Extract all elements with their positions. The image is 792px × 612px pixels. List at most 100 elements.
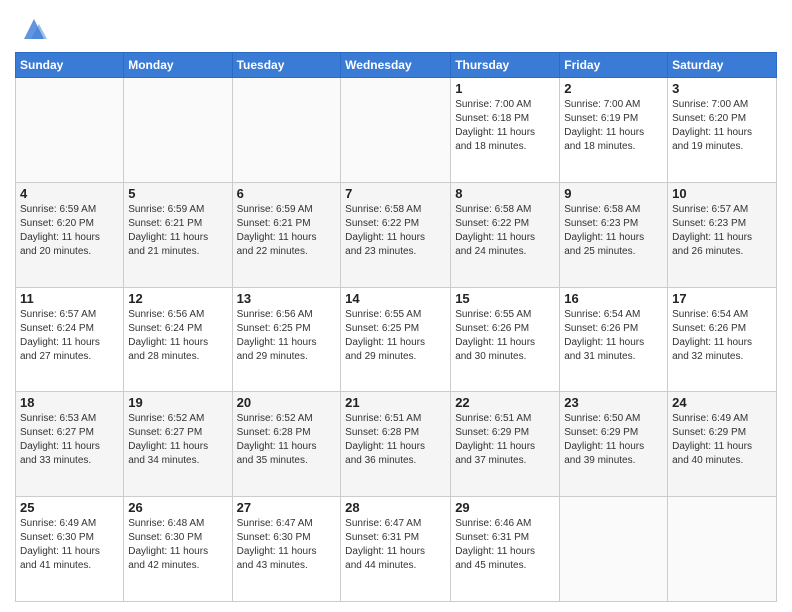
- calendar-cell: 21 Sunrise: 6:51 AM Sunset: 6:28 PM Dayli…: [341, 392, 451, 497]
- day-info: Sunrise: 6:52 AM Sunset: 6:27 PM Dayligh…: [128, 412, 227, 468]
- day-number: 2: [564, 81, 663, 96]
- day-info: Sunrise: 6:49 AM Sunset: 6:30 PM Dayligh…: [20, 517, 119, 573]
- calendar-week-row: 1 Sunrise: 7:00 AM Sunset: 6:18 PM Daylig…: [16, 78, 777, 183]
- calendar-cell: 8 Sunrise: 6:58 AM Sunset: 6:22 PM Daylig…: [451, 182, 560, 287]
- calendar-cell: 6 Sunrise: 6:59 AM Sunset: 6:21 PM Daylig…: [232, 182, 341, 287]
- day-info: Sunrise: 6:58 AM Sunset: 6:23 PM Dayligh…: [564, 203, 663, 259]
- calendar-cell: 18 Sunrise: 6:53 AM Sunset: 6:27 PM Dayli…: [16, 392, 124, 497]
- day-number: 16: [564, 291, 663, 306]
- day-info: Sunrise: 6:51 AM Sunset: 6:29 PM Dayligh…: [455, 412, 555, 468]
- day-number: 15: [455, 291, 555, 306]
- day-info: Sunrise: 6:58 AM Sunset: 6:22 PM Dayligh…: [455, 203, 555, 259]
- day-info: Sunrise: 6:57 AM Sunset: 6:23 PM Dayligh…: [672, 203, 772, 259]
- day-info: Sunrise: 6:53 AM Sunset: 6:27 PM Dayligh…: [20, 412, 119, 468]
- day-number: 7: [345, 186, 446, 201]
- day-number: 17: [672, 291, 772, 306]
- day-info: Sunrise: 6:47 AM Sunset: 6:31 PM Dayligh…: [345, 517, 446, 573]
- day-number: 19: [128, 395, 227, 410]
- day-number: 21: [345, 395, 446, 410]
- day-number: 13: [237, 291, 337, 306]
- day-number: 24: [672, 395, 772, 410]
- calendar-cell: [232, 78, 341, 183]
- day-number: 4: [20, 186, 119, 201]
- day-number: 1: [455, 81, 555, 96]
- logo-icon: [19, 14, 49, 44]
- day-info: Sunrise: 7:00 AM Sunset: 6:18 PM Dayligh…: [455, 98, 555, 154]
- day-info: Sunrise: 7:00 AM Sunset: 6:19 PM Dayligh…: [564, 98, 663, 154]
- day-number: 18: [20, 395, 119, 410]
- day-info: Sunrise: 6:46 AM Sunset: 6:31 PM Dayligh…: [455, 517, 555, 573]
- day-info: Sunrise: 6:59 AM Sunset: 6:21 PM Dayligh…: [237, 203, 337, 259]
- day-info: Sunrise: 6:59 AM Sunset: 6:21 PM Dayligh…: [128, 203, 227, 259]
- day-info: Sunrise: 6:54 AM Sunset: 6:26 PM Dayligh…: [672, 308, 772, 364]
- day-number: 10: [672, 186, 772, 201]
- day-number: 5: [128, 186, 227, 201]
- weekday-header-wednesday: Wednesday: [341, 53, 451, 78]
- weekday-header-monday: Monday: [124, 53, 232, 78]
- calendar-cell: 26Sunrise: 6:48 AM Sunset: 6:30 PM Dayli…: [124, 497, 232, 602]
- calendar-cell: 13Sunrise: 6:56 AM Sunset: 6:25 PM Dayli…: [232, 287, 341, 392]
- logo: [15, 14, 49, 44]
- calendar-cell: 10 Sunrise: 6:57 AM Sunset: 6:23 PM Dayli…: [668, 182, 777, 287]
- day-info: Sunrise: 6:48 AM Sunset: 6:30 PM Dayligh…: [128, 517, 227, 573]
- calendar-cell: 25 Sunrise: 6:49 AM Sunset: 6:30 PM Dayli…: [16, 497, 124, 602]
- day-info: Sunrise: 6:52 AM Sunset: 6:28 PM Dayligh…: [237, 412, 337, 468]
- calendar-cell: 28 Sunrise: 6:47 AM Sunset: 6:31 PM Dayli…: [341, 497, 451, 602]
- calendar-cell: 1 Sunrise: 7:00 AM Sunset: 6:18 PM Daylig…: [451, 78, 560, 183]
- calendar-week-row: 18 Sunrise: 6:53 AM Sunset: 6:27 PM Dayli…: [16, 392, 777, 497]
- calendar-week-row: 25 Sunrise: 6:49 AM Sunset: 6:30 PM Dayli…: [16, 497, 777, 602]
- weekday-header-saturday: Saturday: [668, 53, 777, 78]
- calendar-cell: 7Sunrise: 6:58 AM Sunset: 6:22 PM Daylig…: [341, 182, 451, 287]
- calendar-cell: 3 Sunrise: 7:00 AM Sunset: 6:20 PM Daylig…: [668, 78, 777, 183]
- page: SundayMondayTuesdayWednesdayThursdayFrid…: [0, 0, 792, 612]
- day-info: Sunrise: 6:47 AM Sunset: 6:30 PM Dayligh…: [237, 517, 337, 573]
- day-info: Sunrise: 6:59 AM Sunset: 6:20 PM Dayligh…: [20, 203, 119, 259]
- calendar-table: SundayMondayTuesdayWednesdayThursdayFrid…: [15, 52, 777, 602]
- day-number: 3: [672, 81, 772, 96]
- day-number: 28: [345, 500, 446, 515]
- weekday-header-sunday: Sunday: [16, 53, 124, 78]
- day-info: Sunrise: 6:51 AM Sunset: 6:28 PM Dayligh…: [345, 412, 446, 468]
- day-number: 25: [20, 500, 119, 515]
- calendar-cell: 27 Sunrise: 6:47 AM Sunset: 6:30 PM Dayli…: [232, 497, 341, 602]
- calendar-cell: 5 Sunrise: 6:59 AM Sunset: 6:21 PM Daylig…: [124, 182, 232, 287]
- calendar-cell: 20 Sunrise: 6:52 AM Sunset: 6:28 PM Dayli…: [232, 392, 341, 497]
- calendar-cell: 2 Sunrise: 7:00 AM Sunset: 6:19 PM Daylig…: [560, 78, 668, 183]
- day-number: 12: [128, 291, 227, 306]
- calendar-cell: 19 Sunrise: 6:52 AM Sunset: 6:27 PM Dayli…: [124, 392, 232, 497]
- calendar-cell: 16 Sunrise: 6:54 AM Sunset: 6:26 PM Dayli…: [560, 287, 668, 392]
- calendar-cell: 15 Sunrise: 6:55 AM Sunset: 6:26 PM Dayli…: [451, 287, 560, 392]
- calendar-week-row: 4 Sunrise: 6:59 AM Sunset: 6:20 PM Daylig…: [16, 182, 777, 287]
- header: [15, 10, 777, 44]
- day-info: Sunrise: 7:00 AM Sunset: 6:20 PM Dayligh…: [672, 98, 772, 154]
- day-info: Sunrise: 6:55 AM Sunset: 6:26 PM Dayligh…: [455, 308, 555, 364]
- weekday-header-friday: Friday: [560, 53, 668, 78]
- weekday-header-tuesday: Tuesday: [232, 53, 341, 78]
- day-info: Sunrise: 6:54 AM Sunset: 6:26 PM Dayligh…: [564, 308, 663, 364]
- day-info: Sunrise: 6:57 AM Sunset: 6:24 PM Dayligh…: [20, 308, 119, 364]
- calendar-cell: 4 Sunrise: 6:59 AM Sunset: 6:20 PM Daylig…: [16, 182, 124, 287]
- calendar-cell: [16, 78, 124, 183]
- weekday-header-thursday: Thursday: [451, 53, 560, 78]
- day-number: 22: [455, 395, 555, 410]
- calendar-cell: 14 Sunrise: 6:55 AM Sunset: 6:25 PM Dayli…: [341, 287, 451, 392]
- day-number: 11: [20, 291, 119, 306]
- weekday-header-row: SundayMondayTuesdayWednesdayThursdayFrid…: [16, 53, 777, 78]
- day-info: Sunrise: 6:55 AM Sunset: 6:25 PM Dayligh…: [345, 308, 446, 364]
- day-number: 14: [345, 291, 446, 306]
- day-number: 27: [237, 500, 337, 515]
- day-number: 8: [455, 186, 555, 201]
- day-number: 9: [564, 186, 663, 201]
- calendar-cell: 24 Sunrise: 6:49 AM Sunset: 6:29 PM Dayli…: [668, 392, 777, 497]
- day-number: 6: [237, 186, 337, 201]
- calendar-cell: [668, 497, 777, 602]
- calendar-cell: 11 Sunrise: 6:57 AM Sunset: 6:24 PM Dayli…: [16, 287, 124, 392]
- calendar-cell: 29Sunrise: 6:46 AM Sunset: 6:31 PM Dayli…: [451, 497, 560, 602]
- day-info: Sunrise: 6:49 AM Sunset: 6:29 PM Dayligh…: [672, 412, 772, 468]
- calendar-week-row: 11 Sunrise: 6:57 AM Sunset: 6:24 PM Dayli…: [16, 287, 777, 392]
- calendar-cell: [341, 78, 451, 183]
- day-number: 20: [237, 395, 337, 410]
- calendar-cell: [124, 78, 232, 183]
- calendar-cell: 12 Sunrise: 6:56 AM Sunset: 6:24 PM Dayli…: [124, 287, 232, 392]
- day-info: Sunrise: 6:56 AM Sunset: 6:24 PM Dayligh…: [128, 308, 227, 364]
